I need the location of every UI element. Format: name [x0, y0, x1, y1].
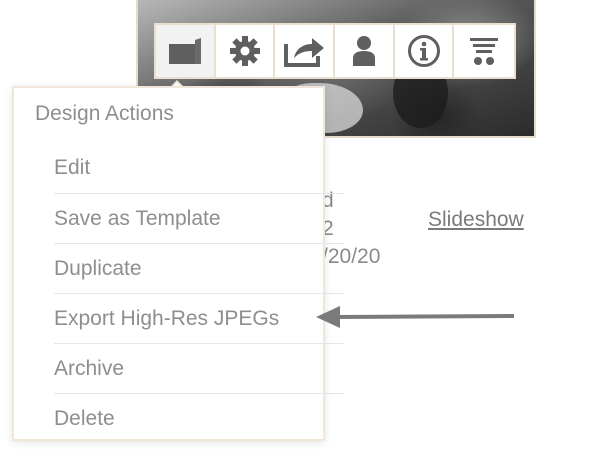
info-button[interactable] — [395, 25, 455, 77]
menu-item-duplicate[interactable]: Duplicate — [54, 243, 344, 293]
filter-button[interactable] — [454, 25, 514, 77]
menu-item-export-high-res-jpegs[interactable]: Export High-Res JPEGs — [54, 293, 344, 343]
share-icon — [284, 38, 325, 67]
share-button[interactable] — [275, 25, 336, 77]
menu-item-archive[interactable]: Archive — [54, 343, 344, 393]
menu-item-delete[interactable]: Delete — [54, 393, 344, 443]
menu-item-edit[interactable]: Edit — [54, 143, 344, 193]
slideshow-link[interactable]: Slideshow — [428, 208, 524, 232]
person-icon — [352, 36, 375, 66]
design-actions-menu: Design Actions Edit Save as Template Dup… — [12, 86, 344, 441]
annotation-arrow-icon — [316, 306, 515, 328]
filter-icon — [470, 38, 499, 65]
info-icon — [407, 35, 440, 67]
folder-button[interactable] — [156, 25, 216, 77]
design-toolbar — [154, 23, 516, 79]
settings-button[interactable] — [216, 25, 276, 77]
menu-title: Design Actions — [35, 102, 174, 125]
folder-icon — [168, 38, 201, 64]
person-button[interactable] — [335, 25, 395, 77]
gear-icon — [229, 36, 260, 66]
menu-item-save-as-template[interactable]: Save as Template — [54, 193, 344, 243]
